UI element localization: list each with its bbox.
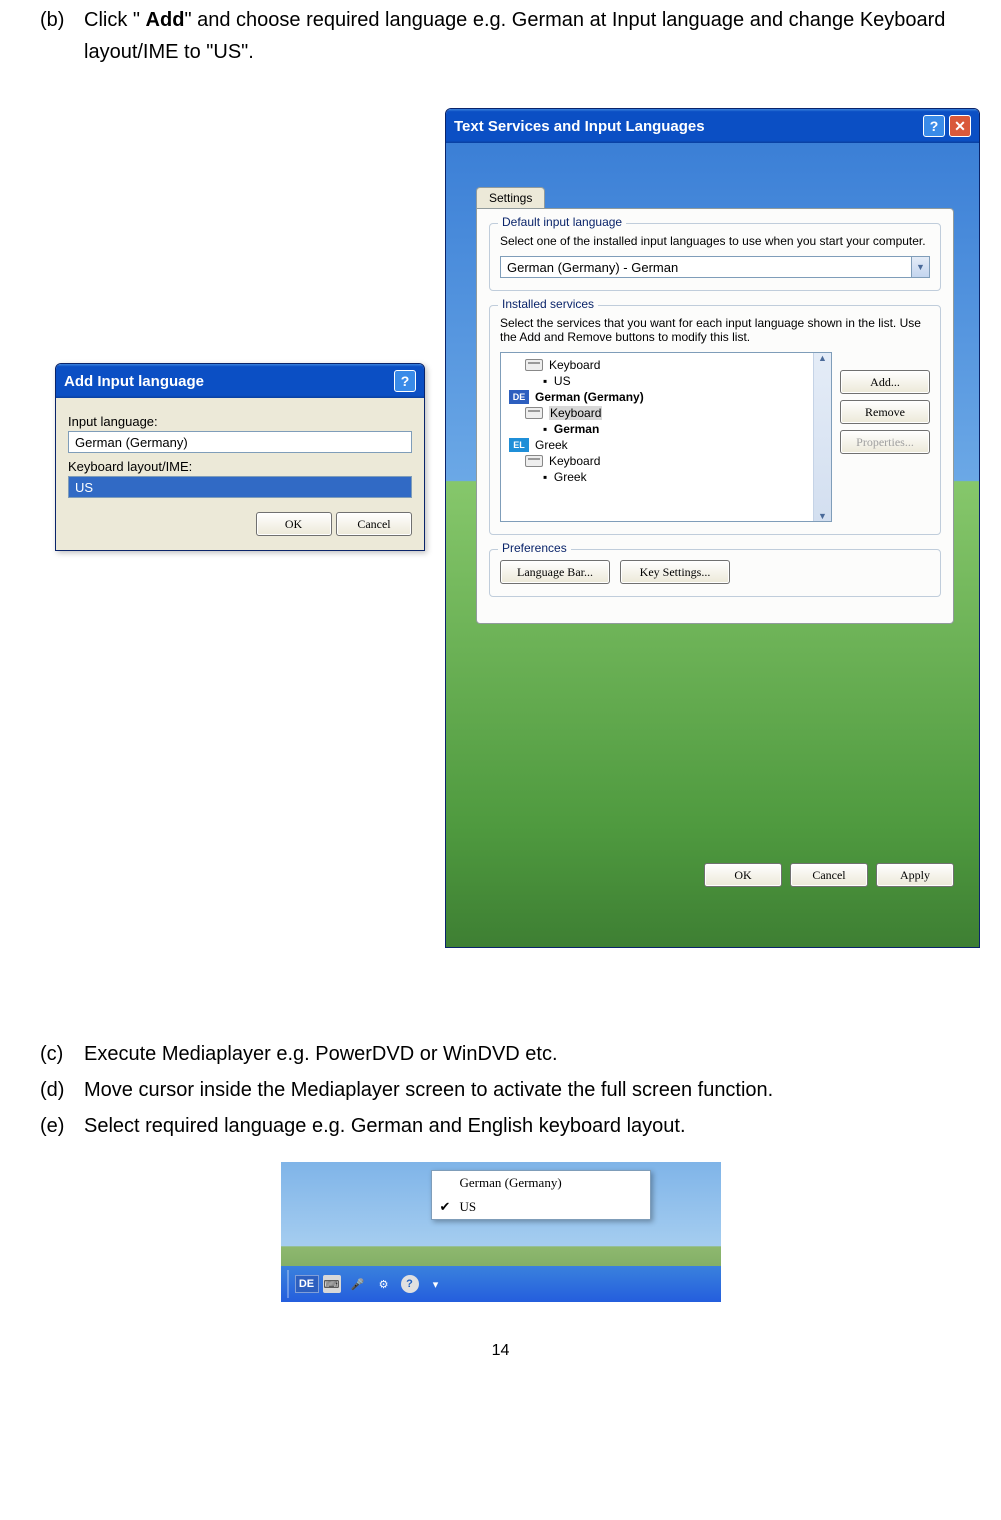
group-description: Select the services that you want for ea… [500, 316, 930, 344]
keyboard-layout-combo[interactable]: US [68, 476, 412, 498]
menu-item-german[interactable]: German (Germany) [432, 1171, 650, 1195]
instruction-e: (e) Select required language e.g. German… [40, 1110, 961, 1142]
list-item[interactable]: ▪ Greek [503, 469, 811, 485]
language-bar-button[interactable]: Language Bar... [500, 560, 610, 584]
cancel-button[interactable]: Cancel [336, 512, 412, 536]
instruction-label: (e) [40, 1110, 84, 1142]
default-language-value: German (Germany) - German [507, 260, 678, 275]
chevron-down-icon[interactable]: ▼ [911, 257, 929, 277]
language-popup-menu[interactable]: German (Germany) ✔ US [431, 1170, 651, 1220]
keyboard-layout-label: Keyboard layout/IME: [68, 459, 412, 474]
instruction-text: Select required language e.g. German and… [84, 1110, 961, 1142]
keyboard-icon [525, 407, 543, 419]
language-indicator[interactable]: DE [295, 1275, 319, 1293]
instruction-c: (c) Execute Mediaplayer e.g. PowerDVD or… [40, 1038, 961, 1070]
tools-icon[interactable]: ⚙ [375, 1275, 393, 1293]
instruction-label: (c) [40, 1038, 84, 1070]
check-icon: ✔ [440, 1199, 451, 1215]
input-language-value: German (Germany) [75, 435, 188, 450]
help-icon[interactable]: ? [394, 370, 416, 392]
keyboard-icon [525, 455, 543, 467]
text-services-dialog: Text Services and Input Languages ? ✕ Se… [445, 108, 980, 948]
help-icon[interactable]: ? [401, 1275, 419, 1293]
instruction-b: (b) Click " Add" and choose required lan… [40, 4, 961, 68]
list-item[interactable]: ▪ US [503, 373, 811, 389]
page-number: 14 [40, 1342, 961, 1360]
apply-button[interactable]: Apply [876, 863, 954, 887]
remove-button[interactable]: Remove [840, 400, 930, 424]
close-icon[interactable]: ✕ [949, 115, 971, 137]
help-icon[interactable]: ? [923, 115, 945, 137]
instruction-d: (d) Move cursor inside the Mediaplayer s… [40, 1074, 961, 1106]
group-legend: Preferences [498, 541, 571, 555]
scrollbar[interactable]: ▲▼ [813, 353, 831, 521]
list-item[interactable]: DEGerman (Germany) [503, 389, 811, 405]
dialog-title: Text Services and Input Languages [454, 118, 705, 135]
language-bar-figure: German (Germany) ✔ US DE ⌨ 🎤 ⚙ ? ▾ [281, 1162, 721, 1302]
settings-panel: Default input language Select one of the… [476, 208, 954, 624]
options-icon[interactable]: ▾ [427, 1275, 445, 1293]
list-item[interactable]: Keyboard [503, 357, 811, 373]
instruction-label: (d) [40, 1074, 84, 1106]
list-item[interactable]: ELGreek [503, 437, 811, 453]
instruction-label: (b) [40, 4, 84, 68]
group-legend: Default input language [498, 215, 626, 229]
list-item[interactable]: Keyboard [503, 453, 811, 469]
preferences-group: Preferences Language Bar... Key Settings… [489, 549, 941, 597]
installed-services-group: Installed services Select the services t… [489, 305, 941, 535]
add-input-language-dialog: Add Input language ? Input language: Ger… [55, 363, 425, 551]
group-description: Select one of the installed input langua… [500, 234, 930, 248]
keyboard-layout-value: US [75, 480, 93, 495]
input-language-combo[interactable]: German (Germany) [68, 431, 412, 453]
cancel-button[interactable]: Cancel [790, 863, 868, 887]
default-input-language-group: Default input language Select one of the… [489, 223, 941, 291]
instruction-text: Execute Mediaplayer e.g. PowerDVD or Win… [84, 1038, 961, 1070]
separator [287, 1270, 289, 1298]
keyboard-icon[interactable]: ⌨ [323, 1275, 341, 1293]
chevron-down-icon[interactable]: ▼ [818, 511, 827, 521]
lang-badge-de: DE [509, 390, 529, 404]
keyboard-icon [525, 359, 543, 371]
lang-badge-el: EL [509, 438, 529, 452]
menu-item-us[interactable]: ✔ US [432, 1195, 650, 1219]
group-legend: Installed services [498, 297, 598, 311]
input-language-label: Input language: [68, 414, 412, 429]
dialog-title: Add Input language [64, 373, 204, 390]
instruction-text: Click " Add" and choose required languag… [84, 4, 961, 68]
chevron-up-icon[interactable]: ▲ [818, 353, 827, 363]
microphone-icon[interactable]: 🎤 [349, 1275, 367, 1293]
properties-button: Properties... [840, 430, 930, 454]
default-language-combo[interactable]: German (Germany) - German ▼ [500, 256, 930, 278]
services-listbox[interactable]: Keyboard ▪ US DEGerman (Germany) Keyboar… [500, 352, 832, 522]
list-item[interactable]: Keyboard [503, 405, 811, 421]
dialog-titlebar[interactable]: Text Services and Input Languages ? ✕ [446, 109, 979, 143]
list-item[interactable]: ▪ German [503, 421, 811, 437]
instruction-text: Move cursor inside the Mediaplayer scree… [84, 1074, 961, 1106]
ok-button[interactable]: OK [256, 512, 332, 536]
key-settings-button[interactable]: Key Settings... [620, 560, 730, 584]
dialog-titlebar[interactable]: Add Input language ? [56, 364, 424, 398]
add-button[interactable]: Add... [840, 370, 930, 394]
ok-button[interactable]: OK [704, 863, 782, 887]
taskbar: DE ⌨ 🎤 ⚙ ? ▾ [281, 1266, 721, 1302]
tab-settings[interactable]: Settings [476, 187, 545, 208]
